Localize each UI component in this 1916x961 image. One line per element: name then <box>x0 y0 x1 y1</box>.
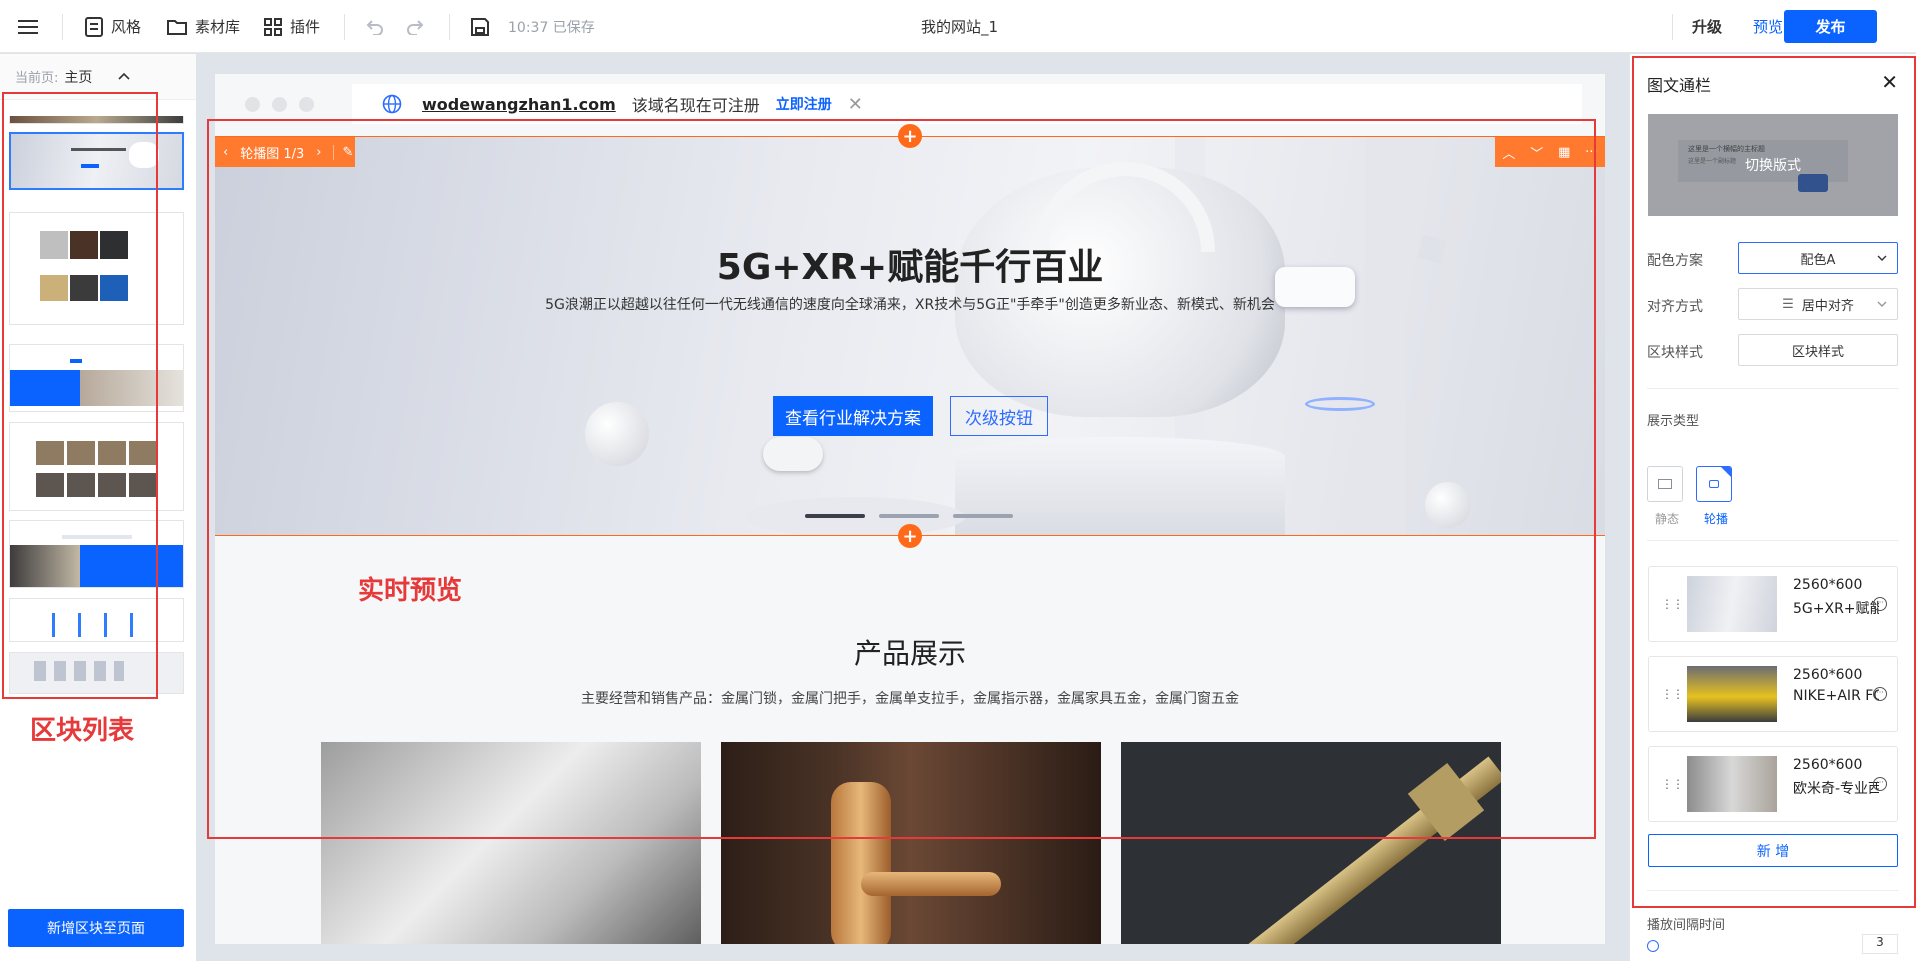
publish-button[interactable]: 发布 <box>1784 10 1877 43</box>
save-button[interactable] <box>471 0 497 53</box>
current-page-name: 主页 <box>64 69 93 86</box>
plugins-button[interactable]: 插件 <box>264 0 320 53</box>
annotation-block-list: 区块列表 <box>30 716 135 746</box>
grid-icon <box>264 17 282 36</box>
site-name: 我的网站_1 <box>921 18 999 36</box>
menu-button[interactable] <box>18 0 46 53</box>
undo-button[interactable] <box>366 0 392 53</box>
hamburger-icon <box>18 19 38 34</box>
window-dot <box>272 97 287 112</box>
annotation-live-preview: 实时预览 <box>358 576 463 606</box>
plugins-label: 插件 <box>290 18 321 36</box>
divider <box>449 14 450 40</box>
divider <box>344 14 345 40</box>
top-toolbar: 风格 素材库 插件 10:37 已保存 我的网站_1 升级 预览 发布 <box>0 0 1916 53</box>
save-status: 10:37 已保存 <box>508 19 595 36</box>
domain-name[interactable]: wodewangzhan1.com <box>422 95 616 114</box>
undo-icon <box>366 19 383 35</box>
save-icon <box>471 17 489 36</box>
interval-input[interactable]: 3 <box>1862 934 1898 954</box>
style-button[interactable]: 风格 <box>85 0 141 53</box>
folder-icon <box>167 19 187 35</box>
redo-button[interactable] <box>406 0 432 53</box>
annotation-box-properties <box>1632 56 1916 908</box>
current-page-label: 当前页: <box>15 71 59 86</box>
interval-label: 播放间隔时间 <box>1647 918 1726 933</box>
divider <box>1672 14 1673 40</box>
add-block-button[interactable]: 新增区块至页面 <box>8 909 184 947</box>
chevron-up-icon <box>118 72 130 80</box>
annotation-box-block-list <box>2 92 158 699</box>
divider <box>62 14 63 40</box>
domain-bar: wodewangzhan1.com 该域名现在可注册 立即注册 ✕ <box>352 84 1582 124</box>
register-link[interactable]: 立即注册 <box>776 94 832 114</box>
block-list-panel: 当前页: 主页 区块列表 新增区块至页面 <box>0 54 196 961</box>
redo-icon <box>407 19 424 35</box>
upgrade-button[interactable]: 升级 <box>1692 0 1722 53</box>
domain-note: 该域名现在可注册 <box>631 96 760 115</box>
globe-icon <box>382 94 402 114</box>
annotation-box-preview <box>207 119 1596 839</box>
assets-label: 素材库 <box>195 18 241 36</box>
document-icon <box>85 16 103 37</box>
style-label: 风格 <box>111 18 142 36</box>
interval-slider-handle[interactable] <box>1647 940 1659 952</box>
window-dot <box>299 97 314 112</box>
close-icon[interactable]: ✕ <box>848 94 863 115</box>
assets-button[interactable]: 素材库 <box>167 0 240 53</box>
preview-button[interactable]: 预览 <box>1753 0 1783 53</box>
window-dot <box>245 97 260 112</box>
